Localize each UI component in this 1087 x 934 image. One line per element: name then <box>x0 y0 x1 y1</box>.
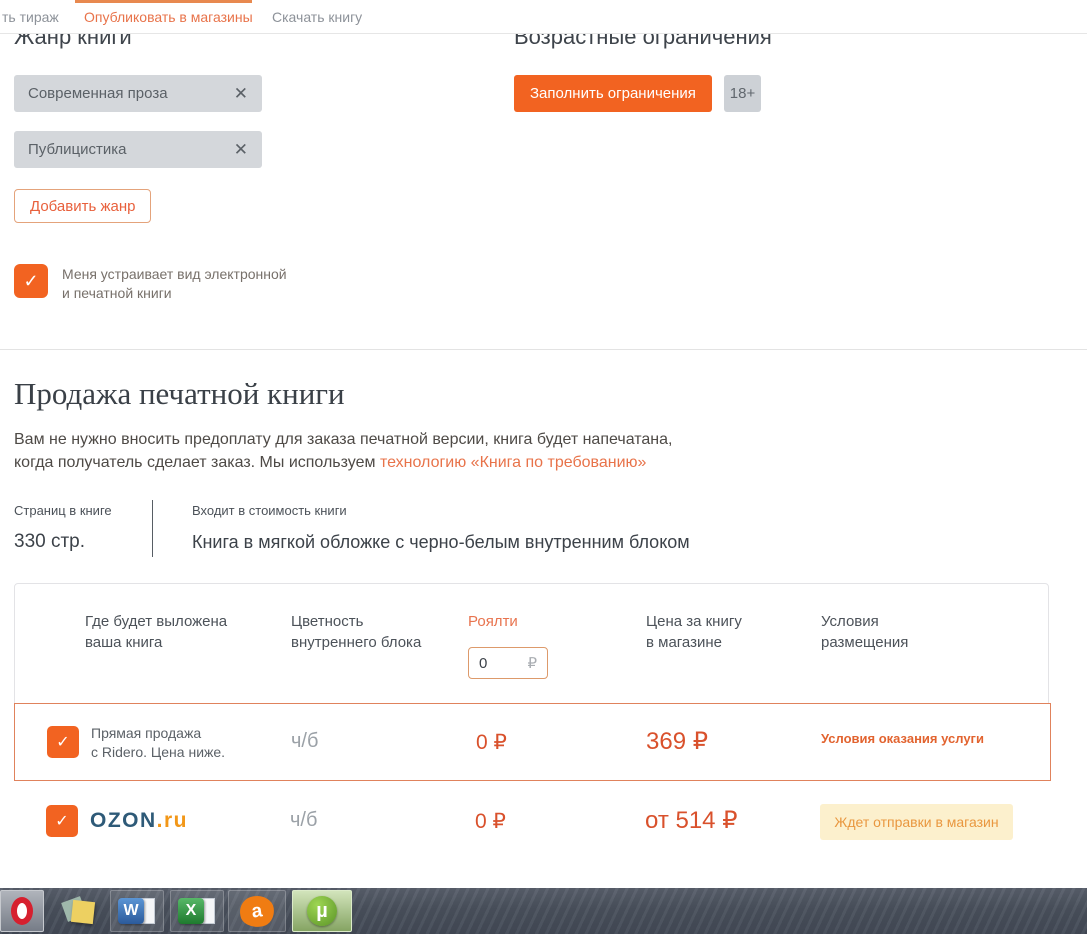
ridero-checkbox[interactable]: ✓ <box>47 726 79 758</box>
included-label: Входит в стоимость книги <box>192 503 347 518</box>
info-divider <box>152 500 153 557</box>
table-row-ridero: ✓ Прямая продажа с Ridero. Цена ниже. ч/… <box>14 703 1051 781</box>
utorrent-taskbar-button[interactable]: µ <box>292 890 352 932</box>
utorrent-icon: µ <box>307 896 337 926</box>
table-row-ozon: ✓ OZON.ru ч/б 0 ₽ от 514 ₽ Ждет отправки… <box>14 781 1051 860</box>
pages-value: 330 стр. <box>14 531 85 553</box>
avast-taskbar-button[interactable]: a <box>228 890 286 932</box>
royalty-input-wrapper: ₽ <box>468 647 548 679</box>
tab-download-book[interactable]: Скачать книгу <box>272 9 362 25</box>
ozon-logo-text: OZON <box>90 809 157 832</box>
header-store: Где будет выложена ваша книга <box>85 611 227 653</box>
sticky-note-icon <box>71 900 95 924</box>
ozon-status-button[interactable]: Ждет отправки в магазин <box>820 804 1013 840</box>
genre-chip-label: Современная проза <box>28 85 168 102</box>
excel-icon: X <box>178 898 204 924</box>
ozon-price-value: от 514 ₽ <box>645 806 737 835</box>
fill-restrictions-button[interactable]: Заполнить ограничения <box>514 75 712 112</box>
tab-publish-to-stores[interactable]: Опубликовать в магазины <box>84 9 253 25</box>
section-divider <box>0 349 1087 350</box>
header-terms: Условия размещения <box>821 611 908 653</box>
header-price: Цена за книгу в магазине <box>646 611 742 653</box>
avast-icon: a <box>238 893 276 928</box>
opera-taskbar-button[interactable] <box>0 890 44 932</box>
print-sale-description: Вам не нужно вносить предоплату для зака… <box>14 428 672 474</box>
approve-layout-checkbox[interactable]: ✓ <box>14 264 48 298</box>
tab-print-run[interactable]: ть тираж <box>2 9 59 25</box>
ridero-store-label: Прямая продажа с Ridero. Цена ниже. <box>91 724 225 762</box>
header-royalty: Роялти <box>468 611 518 632</box>
word-icon: W <box>118 898 144 924</box>
check-icon: ✓ <box>56 732 69 752</box>
ozon-color-value: ч/б <box>290 809 317 832</box>
ridero-price-value: 369 ₽ <box>646 727 708 756</box>
ozon-royalty-value: 0 ₽ <box>475 809 506 834</box>
sticky-notes-taskbar-button[interactable] <box>56 890 102 932</box>
top-tab-bar: ть тираж Опубликовать в магазины Скачать… <box>0 0 1087 34</box>
close-icon[interactable]: ✕ <box>234 85 248 102</box>
ozon-checkbox[interactable]: ✓ <box>46 805 78 837</box>
included-value: Книга в мягкой обложке с черно-белым вну… <box>192 532 690 553</box>
check-icon: ✓ <box>23 271 38 292</box>
ridero-terms-link[interactable]: Условия оказания услуги <box>821 731 984 746</box>
book-on-demand-link[interactable]: технологию «Книга по требованию» <box>380 454 646 471</box>
stores-table: Где будет выложена ваша книга Цветность … <box>14 583 1049 859</box>
ozon-logo-ru: .ru <box>157 809 188 832</box>
add-genre-button[interactable]: Добавить жанр <box>14 189 151 223</box>
windows-taskbar: W X a µ <box>0 888 1087 934</box>
header-color: Цветность внутреннего блока <box>291 611 421 653</box>
genre-chip: Современная проза ✕ <box>14 75 262 112</box>
excel-taskbar-button[interactable]: X <box>170 890 224 932</box>
pages-label: Страниц в книге <box>14 503 112 518</box>
active-tab-indicator <box>75 0 252 3</box>
print-sale-title: Продажа печатной книги <box>14 376 345 412</box>
ridero-color-value: ч/б <box>291 730 318 753</box>
ruble-sign: ₽ <box>527 654 537 672</box>
ridero-royalty-value: 0 ₽ <box>476 730 507 755</box>
genre-chip: Публицистика ✕ <box>14 131 262 168</box>
word-taskbar-button[interactable]: W <box>110 890 164 932</box>
genre-chip-label: Публицистика <box>28 141 126 158</box>
close-icon[interactable]: ✕ <box>234 141 248 158</box>
ozon-logo: OZON.ru <box>90 809 188 833</box>
check-icon: ✓ <box>55 811 68 831</box>
royalty-input[interactable] <box>479 655 519 672</box>
age-badge: 18+ <box>724 75 761 112</box>
approve-layout-label: Меня устраивает вид электронной и печатн… <box>62 265 287 303</box>
opera-icon <box>11 897 33 925</box>
